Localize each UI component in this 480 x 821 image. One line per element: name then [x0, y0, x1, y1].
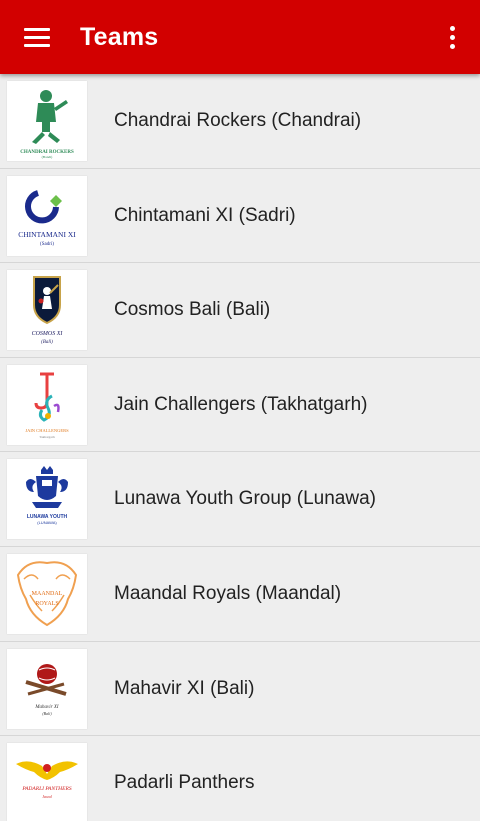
team-row-chandrai-rockers[interactable]: CHANDRAI ROCKERS (Bandi) Chandrai Rocker…	[0, 74, 480, 169]
page-title: Teams	[80, 23, 159, 51]
chandrai-rockers-logo: CHANDRAI ROCKERS (Bandi)	[7, 81, 87, 161]
jain-challengers-logo: JAIN CHALLENGERS Takhatgarh	[7, 364, 87, 445]
team-row-chintamani-xi[interactable]: CHINTAMANI XI (Sadri) Chintamani XI (Sad…	[0, 168, 480, 264]
svg-text:(Bali): (Bali)	[42, 711, 52, 716]
team-row-cosmos-bali[interactable]: COSMOS XI (Bali) Cosmos Bali (Bali)	[0, 263, 480, 358]
logo-text: CHINTAMANI XI	[18, 230, 76, 239]
svg-text:Takhatgarh: Takhatgarh	[39, 435, 55, 439]
logo-text: Mahavir XI	[34, 705, 59, 710]
cosmos-bali-logo: COSMOS XI (Bali)	[7, 270, 87, 351]
lunawa-youth-group-logo: LUNAWA YOUTH (LUNAWA)	[7, 459, 87, 540]
mahavir-xi-logo: Mahavir XI (Bali)	[7, 648, 87, 729]
svg-text:(Bandi): (Bandi)	[42, 155, 54, 159]
team-name: Mahavir XI (Bali)	[114, 677, 255, 699]
team-row-padarli-panthers[interactable]: PADARLI PANTHERS Jawal Padarli Panthers	[0, 736, 480, 821]
more-vert-icon	[449, 25, 455, 31]
logo-text: PADARLI PANTHERS	[21, 786, 71, 792]
app-bar: Teams	[0, 0, 480, 74]
chintamani-xi-logo: CHINTAMANI XI (Sadri)	[7, 175, 87, 256]
svg-text:(Sadri): (Sadri)	[40, 242, 54, 247]
team-row-mahavir-xi[interactable]: Mahavir XI (Bali) Mahavir XI (Bali)	[0, 641, 480, 737]
svg-text:(LUNAWA): (LUNAWA)	[37, 520, 57, 525]
team-name: Padarli Panthers	[114, 772, 255, 794]
team-list[interactable]: CHANDRAI ROCKERS (Bandi) Chandrai Rocker…	[0, 74, 480, 821]
team-name: Chandrai Rockers (Chandrai)	[114, 110, 362, 131]
overflow-menu-button[interactable]	[432, 13, 472, 61]
maandal-royals-logo: MAANDAL ROYALS	[7, 553, 87, 634]
svg-text:(Bali): (Bali)	[41, 340, 53, 345]
padarli-panthers-logo: PADARLI PANTHERS Jawal	[7, 743, 87, 821]
logo-text: MAANDAL	[32, 591, 63, 597]
svg-text:Jawal: Jawal	[42, 794, 52, 799]
menu-button[interactable]	[12, 13, 62, 61]
logo-text: JAIN CHALLENGERS	[25, 428, 69, 433]
team-name: Chintamani XI (Sadri)	[114, 204, 296, 226]
team-row-maandal-royals[interactable]: MAANDAL ROYALS Maandal Royals (Maandal)	[0, 546, 480, 642]
team-name: Lunawa Youth Group (Lunawa)	[114, 488, 376, 510]
team-row-lunawa-youth-group[interactable]: LUNAWA YOUTH (LUNAWA) Lunawa Youth Group…	[0, 452, 480, 547]
hamburger-icon	[24, 27, 50, 47]
logo-text: COSMOS XI	[32, 331, 64, 337]
team-name: Cosmos Bali (Bali)	[114, 299, 271, 321]
svg-text:ROYALS: ROYALS	[35, 601, 58, 607]
team-name: Maandal Royals (Maandal)	[114, 582, 342, 604]
team-name: Jain Challengers (Takhatgarh)	[114, 393, 368, 415]
team-row-jain-challengers[interactable]: JAIN CHALLENGERS Takhatgarh Jain Challen…	[0, 357, 480, 453]
